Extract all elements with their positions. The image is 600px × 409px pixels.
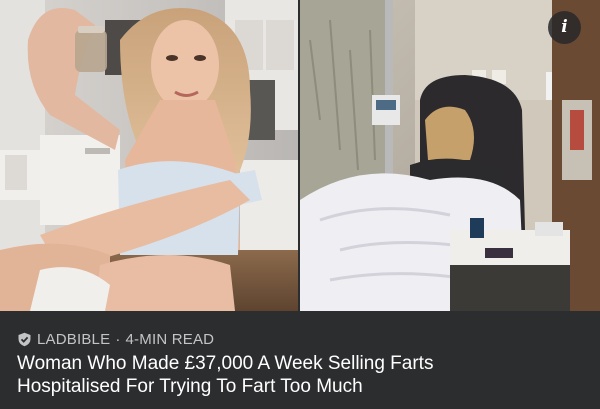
news-card[interactable]: i LADBIBLE · 4-MIN READ Woman Who Made £…	[0, 0, 600, 409]
article-photo-hospital-bed	[300, 0, 600, 311]
meta-separator: ·	[115, 330, 121, 348]
article-photos[interactable]: i	[0, 0, 600, 311]
shield-check-icon	[17, 332, 32, 347]
read-time: 4-MIN READ	[125, 330, 215, 348]
info-icon[interactable]: i	[548, 11, 581, 44]
headline-line-2: Hospitalised For Trying To Fart Too Much	[17, 376, 363, 397]
article-photo-woman-with-jar	[0, 0, 298, 311]
article-meta: LADBIBLE · 4-MIN READ	[17, 330, 214, 348]
article-headline[interactable]: Woman Who Made £37,000 A Week Selling Fa…	[17, 352, 583, 398]
headline-line-1: Woman Who Made £37,000 A Week Selling Fa…	[17, 353, 434, 374]
source-name[interactable]: LADBIBLE	[37, 331, 110, 348]
